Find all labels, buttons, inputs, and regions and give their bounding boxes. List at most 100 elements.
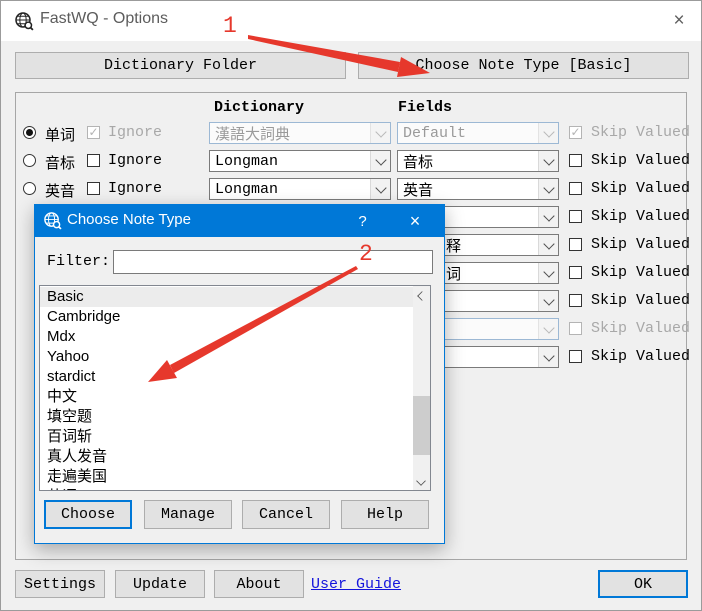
list-item[interactable]: Basic xyxy=(40,287,413,307)
chevron-down-icon xyxy=(538,207,558,227)
fields-value: Default xyxy=(403,125,466,142)
ignore-label[interactable]: Ignore xyxy=(108,180,162,197)
ignore-checkbox[interactable]: ✓ xyxy=(87,126,100,139)
skip-valued-checkbox[interactable] xyxy=(569,238,582,251)
fields-combobox[interactable]: 音标 xyxy=(397,150,559,172)
fastwq-globe-icon xyxy=(43,211,62,230)
dictionary-value: Longman xyxy=(215,181,278,198)
cancel-button[interactable]: Cancel xyxy=(242,500,330,529)
chevron-down-icon xyxy=(538,151,558,171)
skip-valued-checkbox[interactable] xyxy=(569,182,582,195)
uk-audio-radio[interactable] xyxy=(23,182,36,195)
scrollbar-thumb[interactable] xyxy=(413,396,430,455)
ignore-checkbox[interactable] xyxy=(87,154,100,167)
phonetic-radio-label[interactable]: 音标 xyxy=(45,152,75,173)
skip-valued-label[interactable]: Skip Valued xyxy=(591,292,690,309)
manage-button[interactable]: Manage xyxy=(144,500,232,529)
list-item[interactable]: stardict xyxy=(40,367,413,387)
annotation-step-1: 1 xyxy=(223,13,237,39)
dictionary-combobox[interactable]: Longman xyxy=(209,178,391,200)
skip-valued-label[interactable]: Skip Valued xyxy=(591,208,690,225)
skip-valued-checkbox[interactable] xyxy=(569,294,582,307)
chevron-down-icon xyxy=(538,319,558,339)
skip-valued-checkbox[interactable] xyxy=(569,266,582,279)
dictionary-folder-button[interactable]: Dictionary Folder xyxy=(15,52,346,79)
skip-valued-checkbox[interactable] xyxy=(569,350,582,363)
dialog-title: Choose Note Type xyxy=(67,211,191,228)
list-item[interactable]: 百词斩 xyxy=(40,427,413,447)
fields-value: 词 xyxy=(446,263,461,284)
user-guide-link[interactable]: User Guide xyxy=(311,576,401,593)
dictionary-value: Longman xyxy=(215,153,278,170)
skip-valued-checkbox[interactable] xyxy=(569,322,582,335)
list-item[interactable]: 走遍美国 xyxy=(40,467,413,487)
choose-button[interactable]: Choose xyxy=(44,500,132,529)
chevron-down-icon xyxy=(538,347,558,367)
help-button[interactable]: Help xyxy=(341,500,429,529)
word-radio-label[interactable]: 单词 xyxy=(45,124,75,145)
dictionary-combobox[interactable]: Longman xyxy=(209,150,391,172)
list-item[interactable]: 英语 xyxy=(40,487,413,491)
annotation-step-2: 2 xyxy=(359,241,373,267)
dialog-titlebar: Choose Note Type ? × xyxy=(35,205,444,237)
phonetic-radio[interactable] xyxy=(23,154,36,167)
uk-audio-radio-label[interactable]: 英音 xyxy=(45,180,75,201)
note-type-listbox[interactable]: Basic Cambridge Mdx Yahoo stardict 中文 填空… xyxy=(39,285,431,491)
skip-valued-checkbox[interactable] xyxy=(569,154,582,167)
scroll-down-icon[interactable] xyxy=(413,473,430,490)
skip-valued-label[interactable]: Skip Valued xyxy=(591,320,690,337)
skip-valued-label[interactable]: Skip Valued xyxy=(591,348,690,365)
chevron-down-icon xyxy=(370,151,390,171)
skip-valued-label[interactable]: Skip Valued xyxy=(591,180,690,197)
chevron-down-icon xyxy=(370,123,390,143)
dialog-close-icon[interactable]: × xyxy=(390,205,440,237)
skip-valued-label[interactable]: Skip Valued xyxy=(591,236,690,253)
ok-button[interactable]: OK xyxy=(598,570,688,598)
word-radio[interactable] xyxy=(23,126,36,139)
dialog-help-icon[interactable]: ? xyxy=(340,205,385,237)
fastwq-globe-icon xyxy=(14,11,34,31)
dictionary-column-header: Dictionary xyxy=(214,99,304,116)
chevron-down-icon xyxy=(538,179,558,199)
list-item[interactable]: Yahoo xyxy=(40,347,413,367)
skip-valued-label[interactable]: Skip Valued xyxy=(591,264,690,281)
list-item[interactable]: 真人发音 xyxy=(40,447,413,467)
list-item[interactable]: 中文 xyxy=(40,387,413,407)
about-button[interactable]: About xyxy=(214,570,304,598)
chevron-down-icon xyxy=(538,291,558,311)
update-button[interactable]: Update xyxy=(115,570,205,598)
filter-label: Filter: xyxy=(47,253,110,270)
skip-valued-label[interactable]: Skip Valued xyxy=(591,124,690,141)
list-item[interactable]: Mdx xyxy=(40,327,413,347)
window-close-icon[interactable]: × xyxy=(665,7,693,35)
ignore-checkbox[interactable] xyxy=(87,182,100,195)
chevron-down-icon xyxy=(370,179,390,199)
dictionary-combobox[interactable]: 漢語大詞典 xyxy=(209,122,391,144)
chevron-down-icon xyxy=(538,263,558,283)
settings-button[interactable]: Settings xyxy=(15,570,105,598)
choose-note-type-dialog: Choose Note Type ? × Filter: Basic Cambr… xyxy=(34,204,445,544)
fields-value: 英音 xyxy=(403,179,433,200)
skip-valued-checkbox[interactable]: ✓ xyxy=(569,126,582,139)
scroll-up-icon[interactable] xyxy=(413,286,430,303)
ignore-label[interactable]: Ignore xyxy=(108,124,162,141)
skip-valued-label[interactable]: Skip Valued xyxy=(591,152,690,169)
list-scrollbar[interactable] xyxy=(413,286,430,490)
chevron-down-icon xyxy=(538,123,558,143)
list-item[interactable]: 填空题 xyxy=(40,407,413,427)
fields-combobox[interactable]: Default xyxy=(397,122,559,144)
fields-value: 释 xyxy=(446,235,461,256)
list-item[interactable]: Cambridge xyxy=(40,307,413,327)
choose-note-type-button[interactable]: Choose Note Type [Basic] xyxy=(358,52,689,79)
titlebar: FastWQ - Options × xyxy=(1,1,701,41)
fields-combobox[interactable]: 英音 xyxy=(397,178,559,200)
fields-column-header: Fields xyxy=(398,99,452,116)
skip-valued-checkbox[interactable] xyxy=(569,210,582,223)
window-title: FastWQ - Options xyxy=(40,10,168,28)
dictionary-value: 漢語大詞典 xyxy=(215,123,290,144)
chevron-down-icon xyxy=(538,235,558,255)
filter-input[interactable] xyxy=(113,250,433,274)
fields-value: 音标 xyxy=(403,151,433,172)
options-window: FastWQ - Options × Dictionary Folder Cho… xyxy=(0,0,702,611)
ignore-label[interactable]: Ignore xyxy=(108,152,162,169)
